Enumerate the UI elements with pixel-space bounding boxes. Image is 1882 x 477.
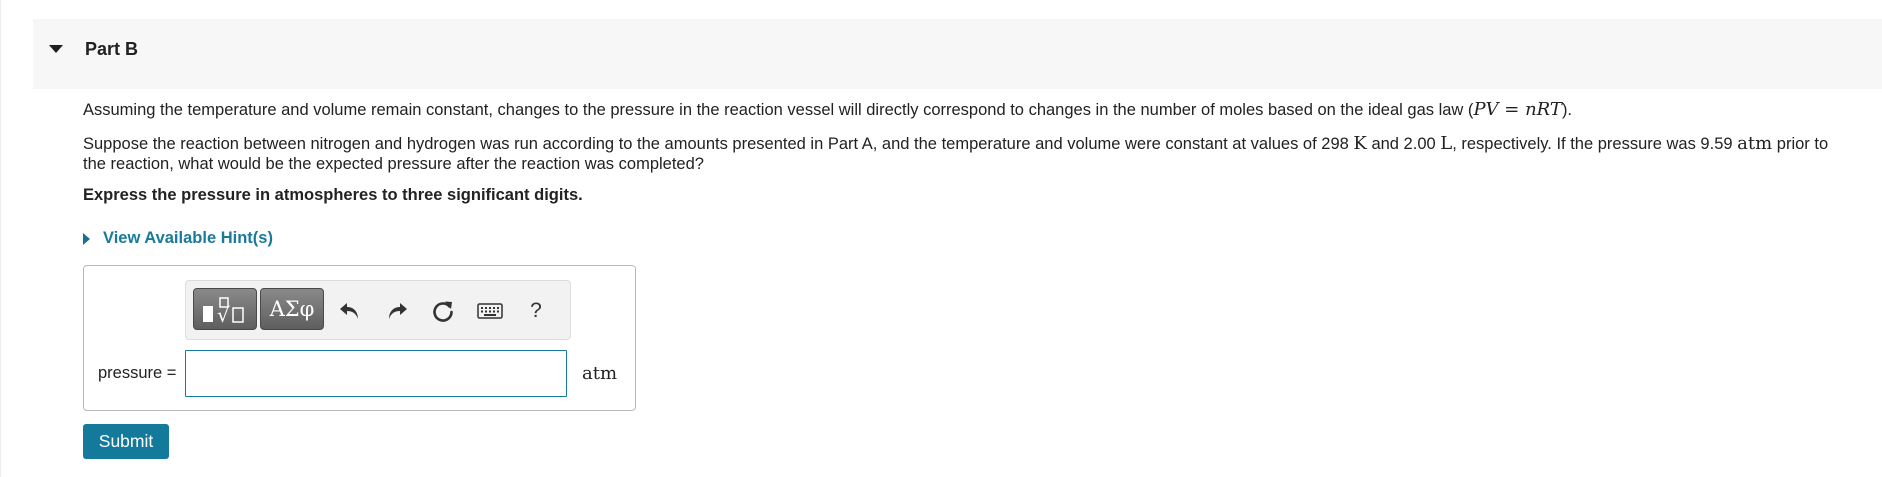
answer-label: pressure = [98, 364, 177, 382]
submit-button[interactable]: Submit [83, 424, 169, 459]
math-templates-button[interactable]: √ [193, 288, 257, 330]
question-paragraph-2: Suppose the reaction between nitrogen an… [83, 134, 1843, 174]
page: Part B Assuming the temperature and volu… [0, 0, 1882, 477]
formula-right: nRT [1525, 99, 1562, 120]
svg-text:√: √ [217, 303, 230, 326]
unit-atm: atm [1737, 133, 1773, 154]
part-header[interactable]: Part B [33, 19, 1882, 89]
unit-liter: L [1440, 133, 1453, 154]
answer-box: √ ΑΣφ ? pressure = atm [83, 265, 636, 411]
left-divider [0, 0, 1, 477]
paragraph-2-part-b: and 2.00 [1366, 135, 1441, 153]
hint-label[interactable]: View Available Hint(s) [103, 229, 273, 248]
formula-equals: = [1498, 99, 1526, 120]
reset-icon[interactable] [430, 298, 456, 324]
undo-icon[interactable] [337, 298, 363, 324]
hint-expand-caret-icon [83, 232, 90, 245]
pressure-answer-input[interactable] [185, 350, 567, 397]
answer-unit: atm [582, 363, 618, 384]
paragraph-1-end: ). [1561, 101, 1573, 119]
part-title: Part B [85, 39, 139, 59]
ideal-gas-law-formula: PV = nRT [1473, 99, 1562, 120]
greek-symbols-button[interactable]: ΑΣφ [260, 288, 324, 330]
unit-kelvin: K [1353, 133, 1367, 154]
question-paragraph-1: Assuming the temperature and volume rema… [83, 100, 1843, 120]
formula-left: PV [1473, 99, 1499, 120]
paragraph-2-part-a: Suppose the reaction between nitrogen an… [83, 135, 1354, 153]
help-button[interactable]: ? [523, 298, 549, 324]
answer-instruction: Express the pressure in atmospheres to t… [83, 186, 583, 204]
paragraph-1-text: Assuming the temperature and volume rema… [83, 101, 1474, 119]
collapse-caret-icon[interactable] [49, 45, 63, 53]
paragraph-2-part-c: , respectively. If the pressure was 9.59 [1452, 135, 1738, 153]
math-toolbar: √ ΑΣφ ? [185, 280, 571, 340]
question-content: Assuming the temperature and volume rema… [83, 100, 1843, 205]
redo-icon[interactable] [384, 298, 410, 324]
view-hints-link[interactable]: View Available Hint(s) [83, 229, 273, 248]
math-templates-icon: √ [203, 297, 244, 326]
keyboard-icon[interactable] [477, 298, 503, 324]
